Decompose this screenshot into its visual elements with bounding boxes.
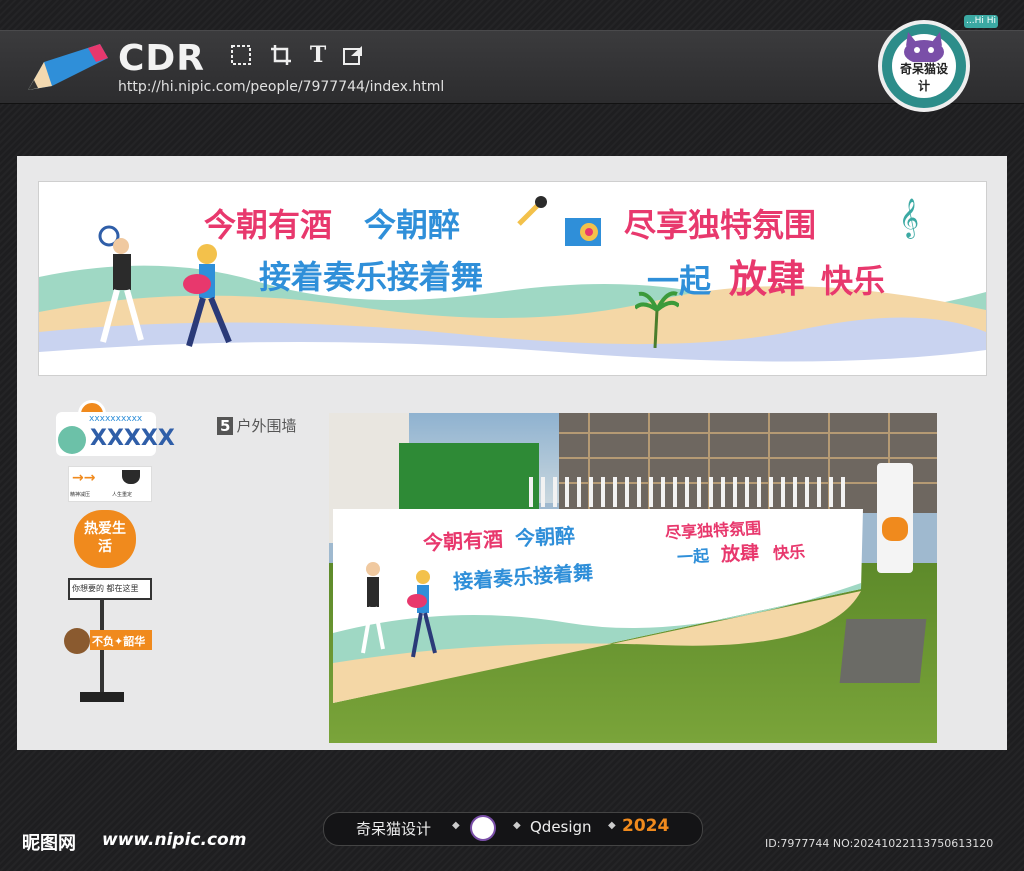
section-title: 户外围墙 [236,417,297,435]
banner-design: 今朝有酒 今朝醉 接着奏乐接着舞 尽享独特氛围 一起 放肆 快乐 𝄞 [38,181,987,376]
arrows-icon: →→ [72,470,96,486]
photo-musicians [361,562,437,658]
nipic-url[interactable]: www.nipic.com [102,830,246,850]
pill-cat-icon [470,815,496,841]
slogan-line1b: 今朝醉 [364,206,461,244]
slogan-line4c: 快乐 [821,262,886,300]
slogan-line1a: 今朝有酒 [204,206,333,244]
sign-arrow-text: 你想要的 都在这里 [72,584,139,593]
slogan-line2: 接着奏乐接着舞 [259,258,484,296]
microphone-icon [517,196,547,226]
photo-slogan-4a: 一起 [676,546,710,567]
section-number: 5 [217,417,234,435]
photo-mini-flower [882,517,908,541]
slogan-line4b: 放肆 [729,257,806,301]
section-label: 5 户外围墙 [217,415,296,436]
diamond-icon: ◆ [608,820,616,831]
sign-green-dot [58,426,86,454]
coconut-icon [64,628,90,654]
sign-tiny-left: 精神减压 [70,492,91,498]
photo-slogan-1: 今朝有酒 [422,526,504,556]
diamond-icon: ◆ [452,820,460,831]
author-url-link[interactable]: http://hi.nipic.com/people/7977744/index… [118,79,444,95]
diamond-icon: ◆ [513,820,521,831]
image-id: ID:7977744 NO:20241022113750613120 [765,837,994,850]
hi-bubble: ...Hi Hi [964,15,998,28]
coffee-icon [122,470,140,484]
pill-year: 2024 [622,816,670,836]
nipic-logo: 昵图网 [22,833,76,854]
sign-top-small: xxxxxxxxxx [89,414,143,424]
music-note-icon: 𝄞 [899,198,920,238]
select-tool-icon[interactable] [230,44,252,66]
photo-slogan-1b: 今朝醉 [514,523,576,551]
sign-bottom-text: 不负✦韶华 [92,635,146,648]
crop-tool-icon[interactable] [270,44,292,66]
palm-tree-icon [635,291,679,348]
photo-slogan-4b: 放肆 [720,542,760,566]
photo-slogan-4c: 快乐 [772,542,806,563]
cat-mascot-icon [904,32,944,62]
pill-designer-name: 奇呆猫设计 [356,820,432,838]
pill-qdesign: Qdesign [530,818,592,836]
sign-base [80,692,124,702]
standing-sign: xxxxxxxxxx XXXXX →→ 精神减压 人生重定 热爱生活 你想要的 … [56,400,175,710]
pencil-logo-icon [28,44,108,90]
sign-top-big: XXXXX [90,426,175,451]
badge-label: 奇呆猫设计 [899,62,948,93]
brand-title: CDR [118,38,206,79]
mockup-photo: 今朝有酒 今朝醉 接着奏乐接着舞 尽享独特氛围 一起 放肆 快乐 [329,413,937,743]
shape-tool-icon[interactable] [342,44,364,66]
sign-flower-text: 热爱生活 [84,521,126,555]
speaker-icon [565,218,601,246]
text-tool-icon[interactable]: T [307,44,329,66]
sign-tiny-right: 人生重定 [112,492,133,498]
slogan-line3: 尽享独特氛围 [624,206,817,244]
